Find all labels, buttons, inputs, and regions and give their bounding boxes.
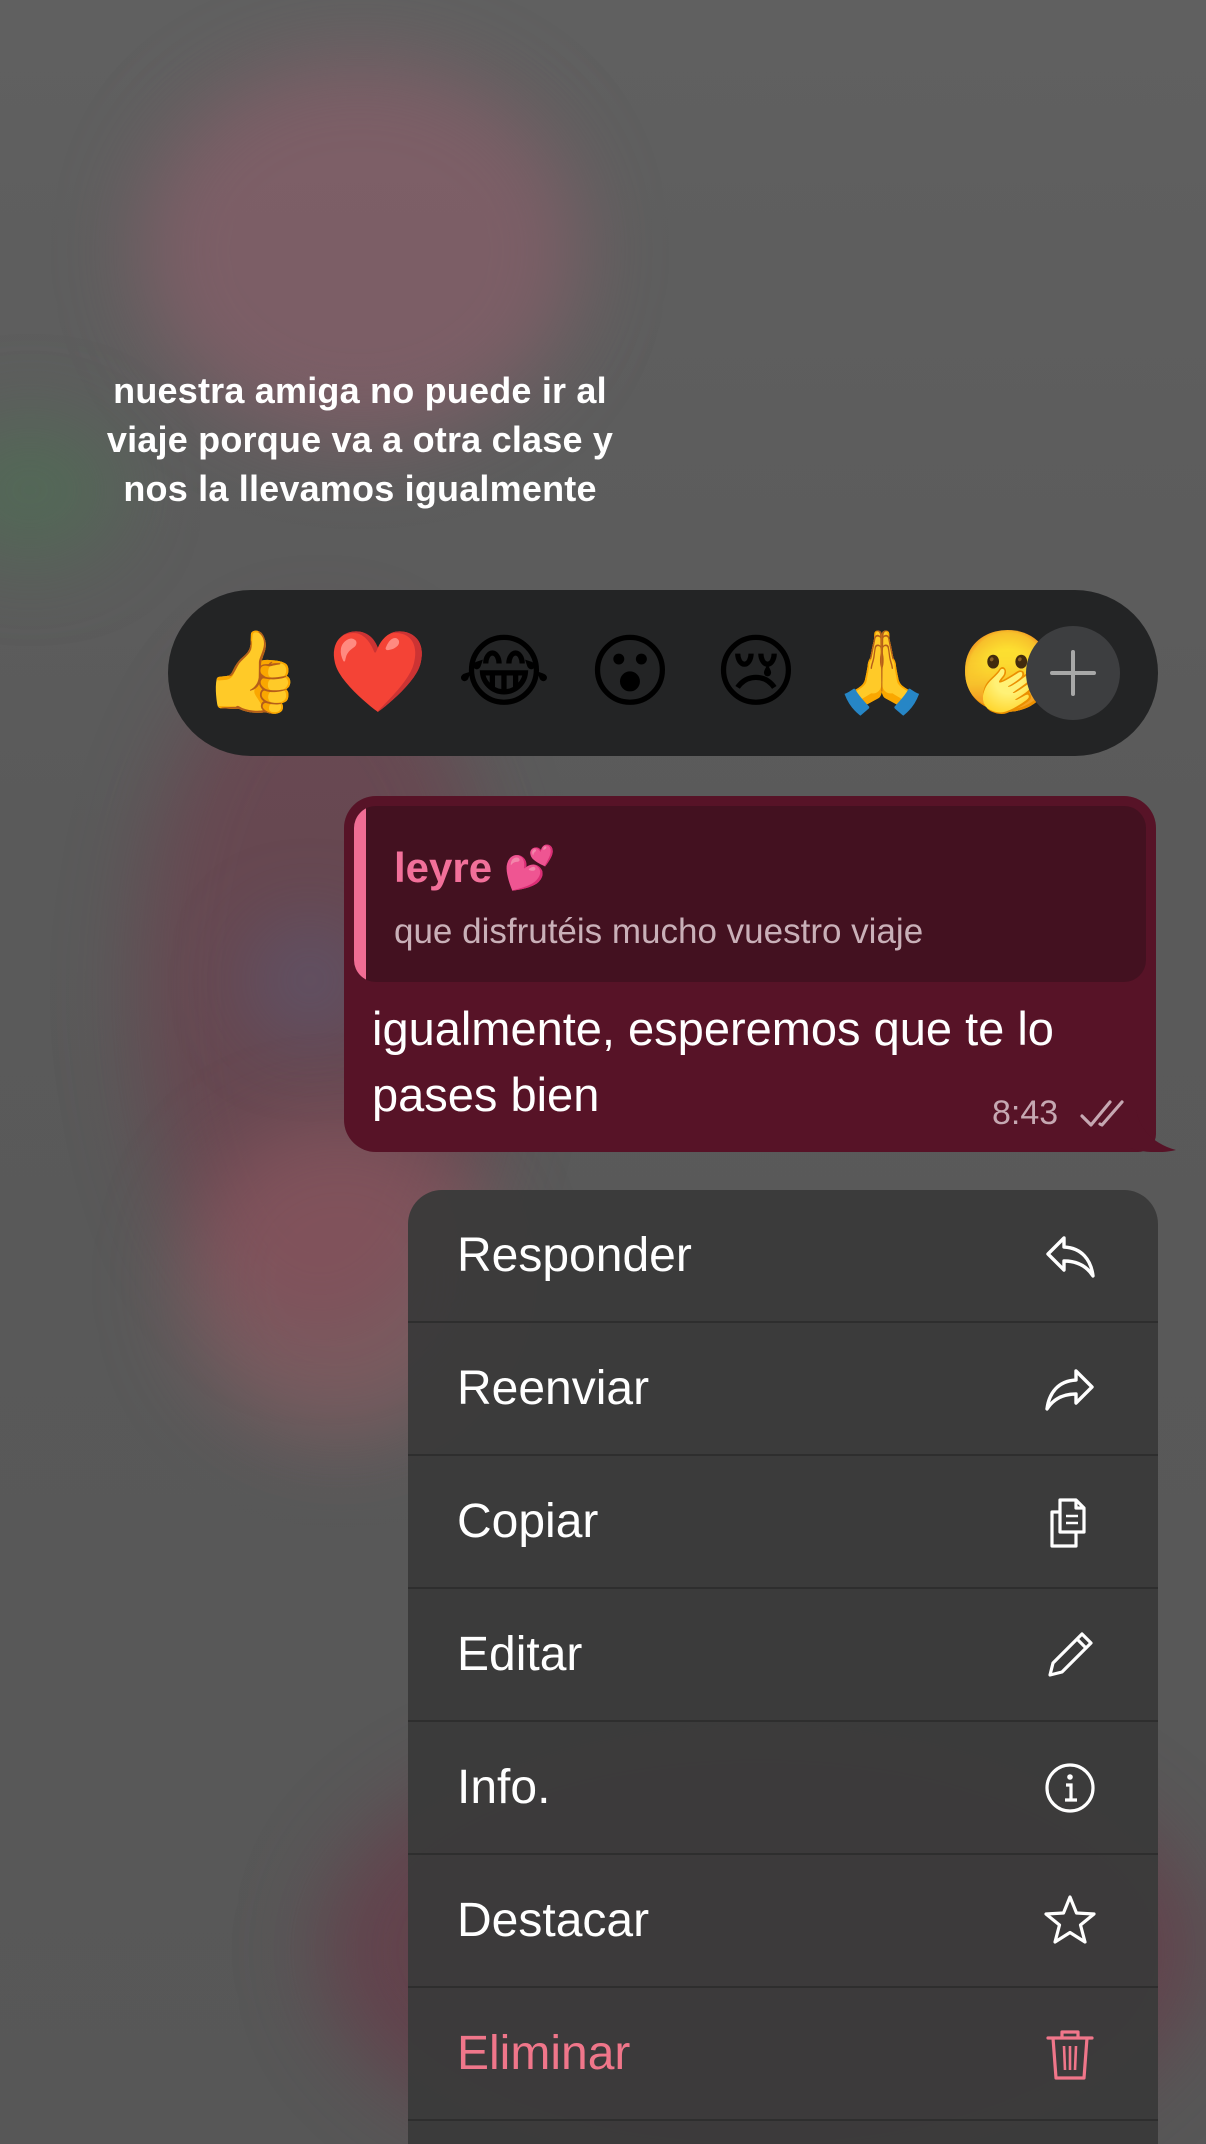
menu-item-delete[interactable]: Eliminar xyxy=(408,1988,1158,2121)
menu-item-label: Editar xyxy=(457,1628,583,1681)
overlay-caption: nuestra amiga no puede ir al viaje porqu… xyxy=(60,366,660,513)
plus-icon[interactable] xyxy=(1026,626,1120,720)
message-context-menu: Responder Reenviar Copiar Editar Info. D… xyxy=(408,1190,1158,2144)
caption-line: viaje porque va a otra clase y xyxy=(106,419,614,460)
reaction-thumbs-up[interactable]: 👍 xyxy=(202,622,302,722)
star-icon xyxy=(1044,1895,1096,1944)
menu-item-label: Copiar xyxy=(457,1495,599,1548)
menu-item-label: Reenviar xyxy=(457,1362,650,1415)
screen: nuestra amiga no puede ir al viaje porqu… xyxy=(0,0,1206,2144)
quoted-reply[interactable]: leyre 💕 que disfrutéis mucho vuestro via… xyxy=(354,806,1146,982)
message-time: 8:43 xyxy=(992,1094,1059,1132)
reply-icon xyxy=(1046,1236,1095,1278)
menu-item-copy[interactable]: Copiar xyxy=(408,1456,1158,1589)
menu-item-label: Eliminar xyxy=(457,2027,631,2080)
reaction-bar: 👍 ❤️ 😂 😮 😢 🙏 🫢 xyxy=(168,590,1158,756)
caption-line: nuestra amiga no puede ir al xyxy=(113,370,607,411)
info-icon xyxy=(1045,1763,1095,1813)
menu-item-edit[interactable]: Editar xyxy=(408,1589,1158,1722)
reaction-pray[interactable]: 🙏 xyxy=(832,622,932,722)
menu-item-label: Destacar xyxy=(457,1894,650,1947)
forward-icon xyxy=(1045,1369,1094,1411)
menu-item-label: Info. xyxy=(457,1761,551,1814)
caption-line: nos la llevamos igualmente xyxy=(123,468,597,509)
reaction-laughing[interactable]: 😂 xyxy=(454,622,554,722)
trash-icon xyxy=(1046,2030,1094,2080)
reaction-surprised[interactable]: 😮 xyxy=(580,622,680,722)
quote-accent-bar xyxy=(354,806,366,982)
pencil-icon xyxy=(1048,1632,1093,1677)
quoted-message-text: que disfrutéis mucho vuestro viaje xyxy=(394,912,924,951)
menu-item-label: Responder xyxy=(457,1229,692,1282)
quoted-sender-name: leyre 💕 xyxy=(394,844,557,891)
message-bubble[interactable]: leyre 💕 que disfrutéis mucho vuestro via… xyxy=(344,796,1156,1152)
bubble-tail xyxy=(1130,1110,1176,1152)
menu-item-star[interactable]: Destacar xyxy=(408,1855,1158,1988)
menu-item-reply[interactable]: Responder xyxy=(408,1190,1158,1323)
menu-item-info[interactable]: Info. xyxy=(408,1722,1158,1855)
double-check-icon xyxy=(1080,1100,1124,1127)
menu-item-forward[interactable]: Reenviar xyxy=(408,1323,1158,1456)
reaction-heart[interactable]: ❤️ xyxy=(328,622,428,722)
reaction-crying[interactable]: 😢 xyxy=(706,622,806,722)
copy-icon xyxy=(1050,1498,1086,1548)
